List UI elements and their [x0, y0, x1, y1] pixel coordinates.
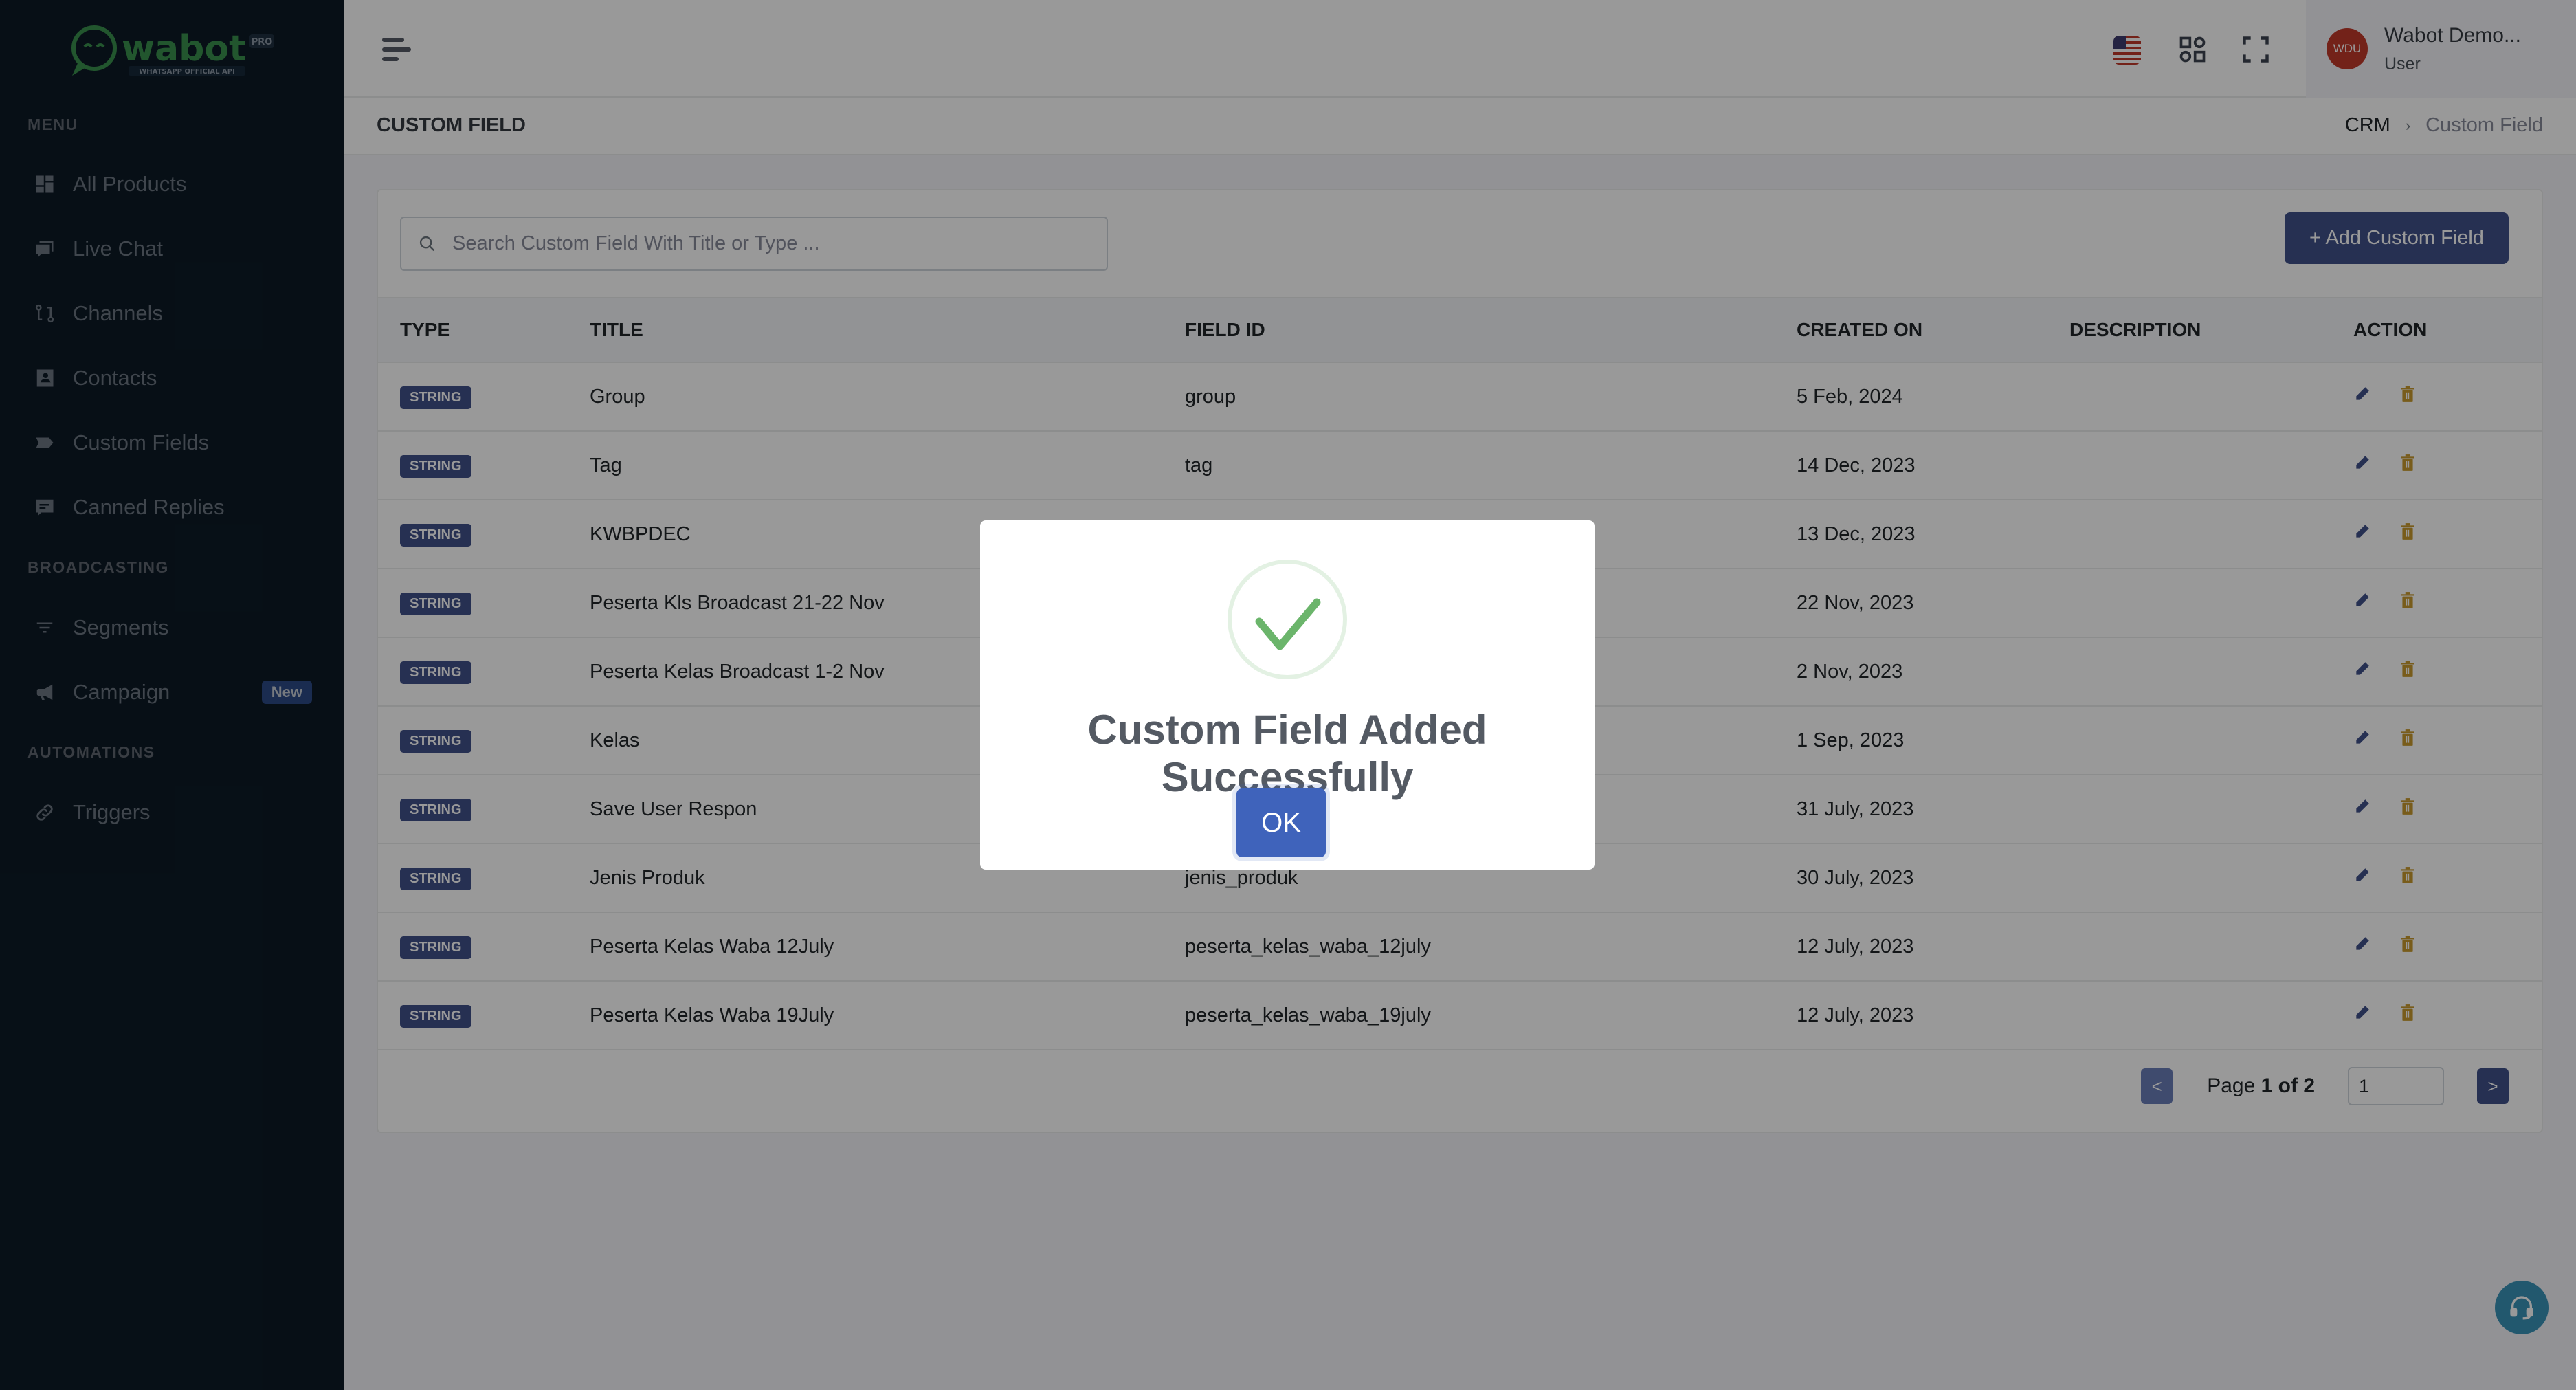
ok-button[interactable]: OK	[1236, 788, 1326, 857]
success-dialog: Custom Field Added Successfully OK	[980, 520, 1595, 870]
success-check-icon	[1228, 560, 1347, 679]
dialog-title: Custom Field Added Successfully	[1087, 707, 1487, 800]
